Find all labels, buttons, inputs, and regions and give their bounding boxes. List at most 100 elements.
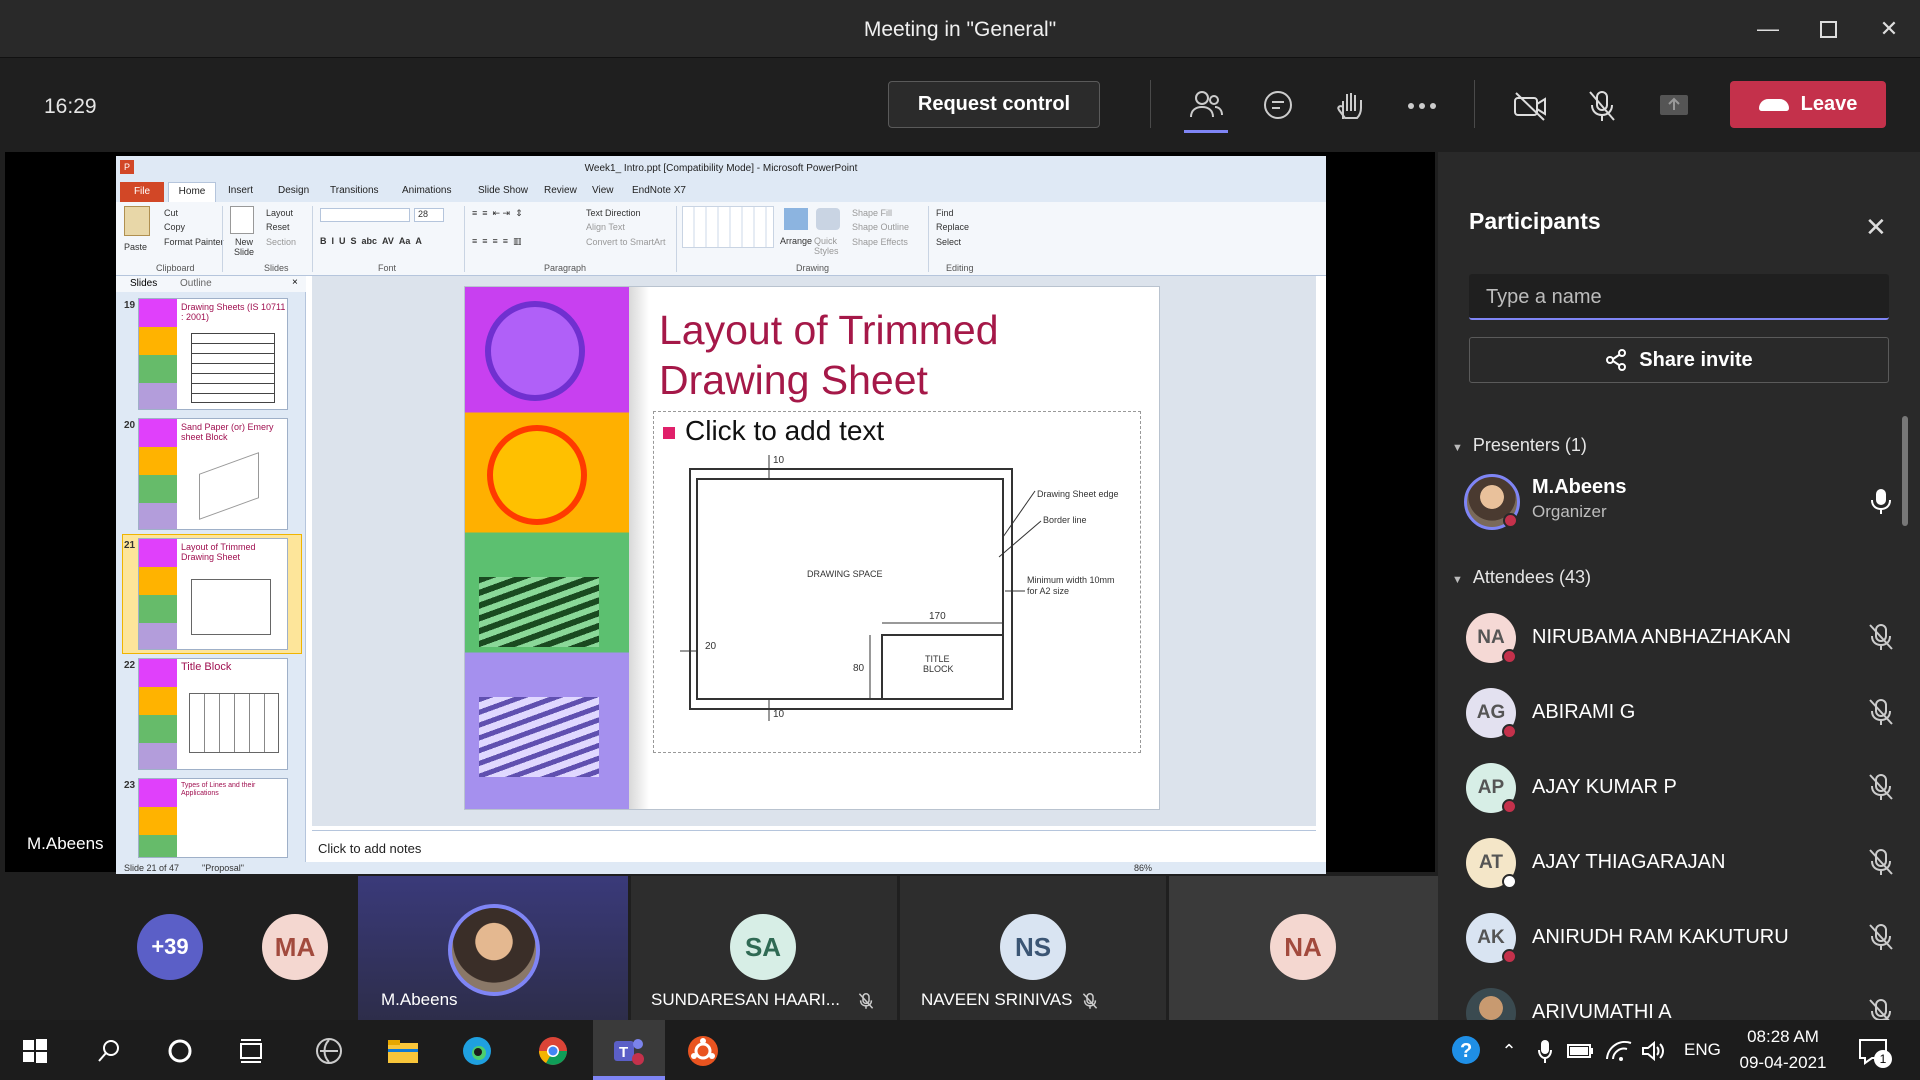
- copy-button[interactable]: Copy: [164, 222, 185, 232]
- mic-off-icon[interactable]: [1580, 84, 1624, 128]
- participant-row[interactable]: ARIVUMATHI A: [1466, 983, 1896, 1020]
- align-buttons[interactable]: ≡ ≡ ≡ ≡ ▥: [472, 236, 522, 247]
- font-size-field[interactable]: 28: [414, 208, 444, 222]
- panel-close-icon[interactable]: ×: [292, 277, 298, 288]
- camera-off-icon[interactable]: [1508, 84, 1552, 128]
- leave-button[interactable]: Leave: [1730, 81, 1886, 128]
- shape-effects-button[interactable]: Shape Effects: [852, 237, 908, 247]
- close-window-icon[interactable]: ✕: [1869, 10, 1909, 48]
- slide-thumbnail[interactable]: Drawing Sheets (IS 10711 : 2001): [138, 298, 288, 410]
- format-painter-button[interactable]: Format Painter: [164, 237, 224, 247]
- participant-row[interactable]: AP AJAY KUMAR P: [1466, 758, 1896, 818]
- close-panel-icon[interactable]: ✕: [1865, 212, 1887, 243]
- bullets-button[interactable]: ≡ ≡ ⇤ ⇥ ⇕: [472, 208, 523, 219]
- chevron-up-icon[interactable]: ⌃: [1492, 1034, 1526, 1068]
- slide-thumbnail[interactable]: Types of Lines and their Applications: [138, 778, 288, 858]
- maximize-icon[interactable]: [1808, 10, 1848, 48]
- participant-row[interactable]: AG ABIRAMI G: [1466, 683, 1896, 743]
- ppt-tab-review[interactable]: Review: [544, 185, 577, 196]
- task-view-icon[interactable]: [234, 1034, 268, 1068]
- minimize-icon[interactable]: —: [1748, 10, 1788, 48]
- section-button[interactable]: Section: [266, 237, 296, 247]
- shape-fill-button[interactable]: Shape Fill: [852, 208, 892, 218]
- participants-icon[interactable]: [1184, 84, 1228, 128]
- mic-off-icon: [1082, 993, 1098, 1009]
- shape-outline-button[interactable]: Shape Outline: [852, 222, 909, 232]
- ppt-tab-view[interactable]: View: [592, 185, 614, 196]
- slide-thumbnail[interactable]: Title Block: [138, 658, 288, 770]
- slide-thumbnail-selected[interactable]: Layout of Trimmed Drawing Sheet: [138, 538, 288, 650]
- find-button[interactable]: Find: [936, 208, 954, 218]
- border-rect: [696, 478, 1004, 700]
- chat-icon[interactable]: [1256, 84, 1300, 128]
- participant-name: ANIRUDH RAM KAKUTURU: [1532, 926, 1789, 948]
- ppt-tab-home[interactable]: Home: [168, 182, 216, 202]
- text-direction-button[interactable]: Text Direction: [586, 208, 641, 218]
- taskbar-time[interactable]: 08:28 AM: [1738, 1027, 1828, 1047]
- cortana-icon[interactable]: [163, 1034, 197, 1068]
- teams-icon[interactable]: T: [612, 1034, 646, 1068]
- layout-button[interactable]: Layout: [266, 208, 293, 218]
- ppt-tab-animations[interactable]: Animations: [402, 185, 451, 196]
- file-explorer-icon[interactable]: [386, 1034, 420, 1068]
- convert-smartart-button[interactable]: Convert to SmartArt: [586, 237, 666, 247]
- language-indicator[interactable]: ENG: [1684, 1040, 1721, 1060]
- participant-presenter[interactable]: M.Abeens Organizer: [1464, 472, 1896, 532]
- select-button[interactable]: Select: [936, 237, 961, 247]
- font-name-field[interactable]: [320, 208, 410, 222]
- shapes-gallery[interactable]: [682, 206, 774, 248]
- new-slide-icon: [230, 206, 254, 234]
- search-icon[interactable]: [92, 1034, 126, 1068]
- slide-thumbnail[interactable]: Sand Paper (or) Emery sheet Block: [138, 418, 288, 530]
- panel-tab-slides[interactable]: Slides: [130, 278, 157, 289]
- app-icon[interactable]: [312, 1034, 346, 1068]
- ubuntu-icon[interactable]: [686, 1034, 720, 1068]
- participant-row[interactable]: AT AJAY THIAGARAJAN: [1466, 833, 1896, 893]
- windows-start-icon[interactable]: [18, 1034, 52, 1068]
- request-control-button[interactable]: Request control: [888, 81, 1100, 128]
- help-icon[interactable]: ?: [1450, 1034, 1484, 1068]
- edge-icon[interactable]: [460, 1034, 494, 1068]
- drawing-sheet-diagram: 10 10 20 DRAWING SPACE Drawing Sheet edg…: [680, 455, 1119, 721]
- participant-row[interactable]: AK ANIRUDH RAM KAKUTURU: [1466, 908, 1896, 968]
- taskbar-date[interactable]: 09-04-2021: [1730, 1053, 1836, 1073]
- title-block-label-1: TITLE: [925, 654, 950, 664]
- battery-icon[interactable]: [1564, 1034, 1598, 1068]
- reset-button[interactable]: Reset: [266, 222, 290, 232]
- toolbar-divider: [1474, 80, 1475, 128]
- notes-pane[interactable]: Click to add notes: [312, 830, 1316, 866]
- microphone-tray-icon[interactable]: [1528, 1034, 1562, 1068]
- chrome-icon[interactable]: [536, 1034, 570, 1068]
- ppt-tab-insert[interactable]: Insert: [228, 185, 253, 196]
- cut-button[interactable]: Cut: [164, 208, 178, 218]
- replace-button[interactable]: Replace: [936, 222, 969, 232]
- clock-image: [487, 425, 587, 525]
- raise-hand-icon[interactable]: [1328, 84, 1372, 128]
- avatar-ma[interactable]: MA: [262, 914, 328, 980]
- ppt-tab-endnote[interactable]: EndNote X7: [632, 185, 686, 196]
- ppt-tab-transitions[interactable]: Transitions: [330, 185, 379, 196]
- panel-scrollbar[interactable]: [1902, 416, 1908, 526]
- share-screen-icon[interactable]: [1652, 84, 1696, 128]
- bold-button[interactable]: B I U S abc AV Aa A: [320, 236, 422, 246]
- slide-number: 22: [124, 660, 136, 671]
- attendees-section[interactable]: ▼ Attendees (43): [1452, 567, 1591, 588]
- wifi-icon[interactable]: [1602, 1034, 1636, 1068]
- panel-tab-outline[interactable]: Outline: [180, 278, 212, 289]
- share-invite-button[interactable]: Share invite: [1469, 337, 1889, 383]
- participant-row[interactable]: NA NIRUBAMA ANBHAZHAKAN: [1466, 608, 1896, 668]
- quick-styles-button[interactable]: Quick Styles: [814, 236, 844, 256]
- more-participants-button[interactable]: +39: [137, 914, 203, 980]
- participant-search-input[interactable]: Type a name: [1469, 274, 1889, 320]
- more-options-icon[interactable]: [1400, 84, 1444, 128]
- paste-button[interactable]: Paste: [124, 242, 147, 252]
- new-slide-button[interactable]: New Slide: [228, 237, 260, 257]
- align-text-button[interactable]: Align Text: [586, 222, 625, 232]
- volume-icon[interactable]: [1636, 1034, 1670, 1068]
- ppt-tab-slideshow[interactable]: Slide Show: [478, 185, 528, 196]
- ppt-tab-file[interactable]: File: [120, 182, 164, 202]
- presenters-section[interactable]: ▼ Presenters (1): [1452, 435, 1587, 456]
- arrange-button[interactable]: Arrange: [780, 236, 812, 246]
- ppt-tab-design[interactable]: Design: [278, 185, 309, 196]
- avatar-ns: NS: [1000, 914, 1066, 980]
